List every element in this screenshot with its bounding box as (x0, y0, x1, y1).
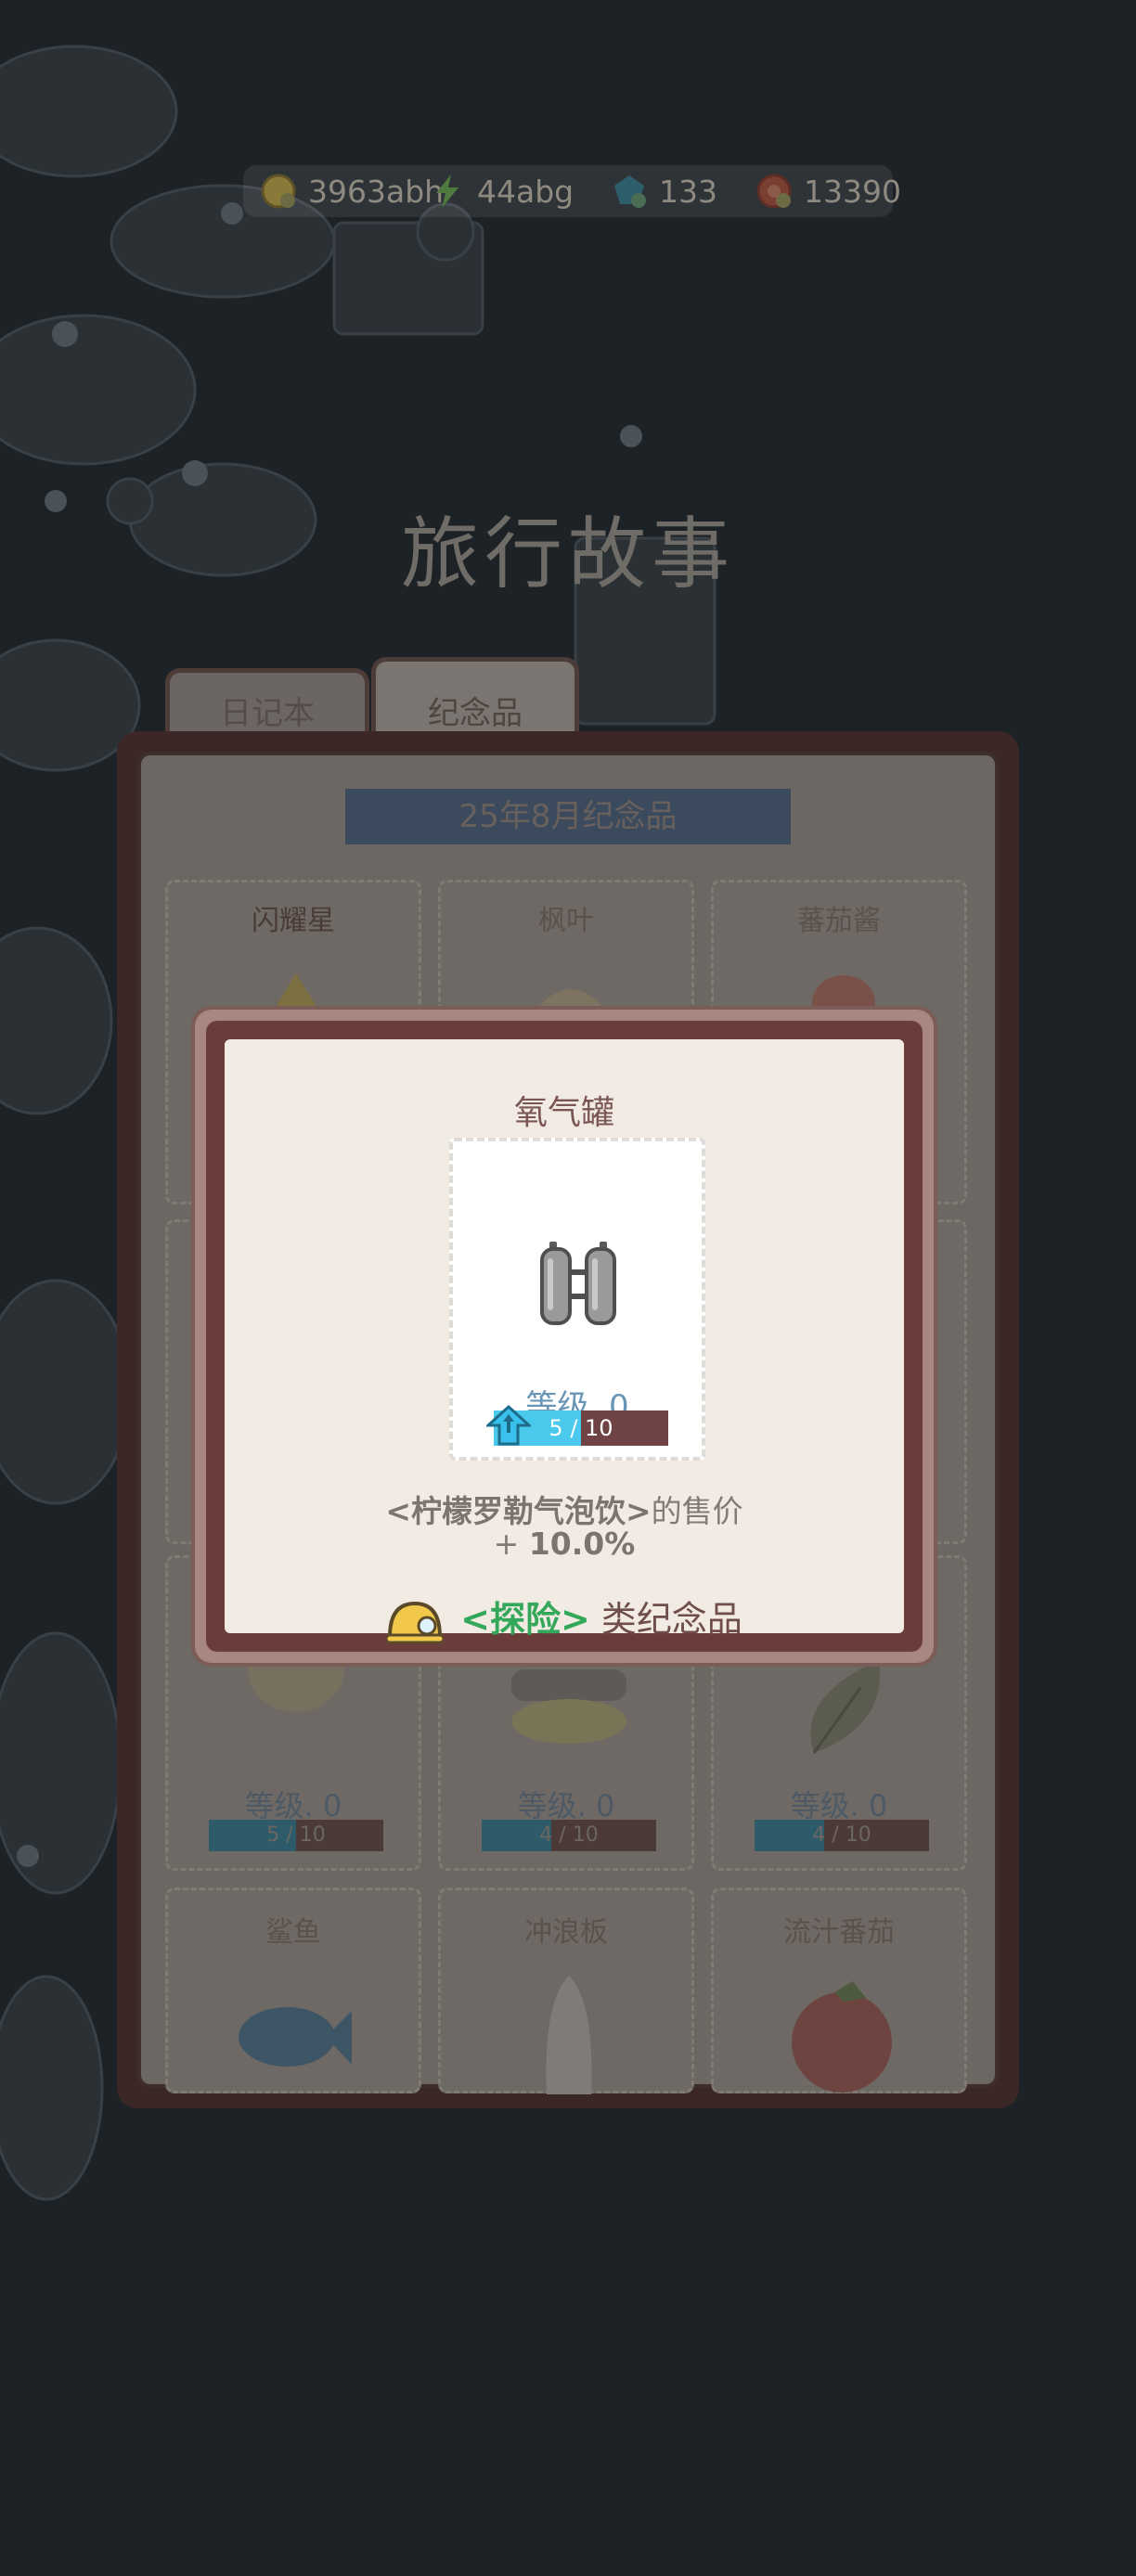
miner-helmet-icon (386, 1601, 445, 1643)
level-progress-text: 5 / 10 (549, 1415, 613, 1441)
effect-suffix: 的售价 (651, 1493, 743, 1529)
effect-bonus: + 10.0% (225, 1526, 904, 1562)
cell-name: 蕃茄酱 (797, 905, 881, 937)
leaf-icon (810, 1660, 881, 1754)
cell-progress-text: 4 / 10 (812, 1823, 871, 1847)
bonus-value: 10.0% (528, 1526, 636, 1562)
gold-coin-icon (261, 174, 296, 209)
bonus-sign: + (493, 1526, 529, 1562)
category-line: <探险> 类纪念品 (225, 1591, 904, 1644)
blue-gem-icon (614, 175, 646, 208)
red-token-icon (756, 174, 792, 209)
lightning-icon (436, 174, 458, 208)
token-value: 13390 (804, 173, 901, 210)
dialog-title: 氧气罐 (513, 1094, 614, 1132)
maple-leaf-icon (534, 989, 608, 1012)
surfboard-icon (546, 1976, 592, 2094)
energy-value: 44abg (477, 173, 574, 210)
level-progress-bar: 5 / 10 (486, 1405, 668, 1446)
cell-progress-bar: 4 / 10 (482, 1820, 656, 1851)
page-title: 旅行故事 (400, 509, 735, 599)
cell-progress-bar: 4 / 10 (755, 1820, 929, 1851)
energy-resource[interactable]: 44abg (429, 165, 574, 217)
cell-name: 流汁番茄 (783, 1916, 895, 1949)
cell-progress-text: 5 / 10 (266, 1823, 326, 1847)
souvenir-cell-shark[interactable]: 鲨鱼 (165, 1887, 421, 2093)
tomato-icon (792, 1981, 892, 2093)
ketchup-icon (812, 975, 875, 1012)
cell-name: 鲨鱼 (265, 1916, 321, 1949)
gem-resource[interactable]: 133 (611, 165, 717, 217)
cell-name: 枫叶 (538, 905, 594, 937)
gold-value: 3963abh (308, 173, 445, 210)
category-name: <探险> (460, 1599, 590, 1640)
souvenir-detail-dialog: 氧气罐 等级. 0 5 / 10 <柠檬罗勒气泡饮>的售价 + 10.0% <探… (195, 1010, 934, 1663)
effect-product: <柠檬罗勒气泡饮> (385, 1493, 652, 1529)
cell-progress-text: 4 / 10 (539, 1823, 599, 1847)
resource-bar: 3963abh 44abg 133 13390 (243, 165, 901, 217)
cell-name: 闪耀星 (252, 905, 335, 937)
dialog-body: 氧气罐 等级. 0 5 / 10 <柠檬罗勒气泡饮>的售价 + 10.0% <探… (225, 1039, 904, 1643)
swim-goggles-icon (511, 1669, 626, 1744)
oxygen-tank-icon (540, 1242, 616, 1325)
cell-name: 冲浪板 (524, 1916, 608, 1949)
effect-description: <柠檬罗勒气泡饮>的售价 (225, 1487, 904, 1531)
shark-icon (239, 2007, 352, 2067)
item-card: 等级. 0 5 / 10 (449, 1138, 705, 1461)
gold-resource[interactable]: 3963abh (260, 165, 444, 217)
token-resource[interactable]: 13390 (755, 165, 901, 217)
month-banner: 25年8月纪念品 (345, 789, 791, 844)
souvenir-cell-juicy-tomato[interactable]: 流汁番茄 (711, 1887, 967, 2093)
gem-value: 133 (659, 173, 717, 210)
dialog-frame: 氧气罐 等级. 0 5 / 10 <柠檬罗勒气泡饮>的售价 + 10.0% <探… (206, 1021, 923, 1652)
souvenir-cell-surfboard[interactable]: 冲浪板 (438, 1887, 694, 2094)
category-suffix: 类纪念品 (589, 1599, 742, 1640)
cell-progress-bar: 5 / 10 (209, 1820, 383, 1851)
